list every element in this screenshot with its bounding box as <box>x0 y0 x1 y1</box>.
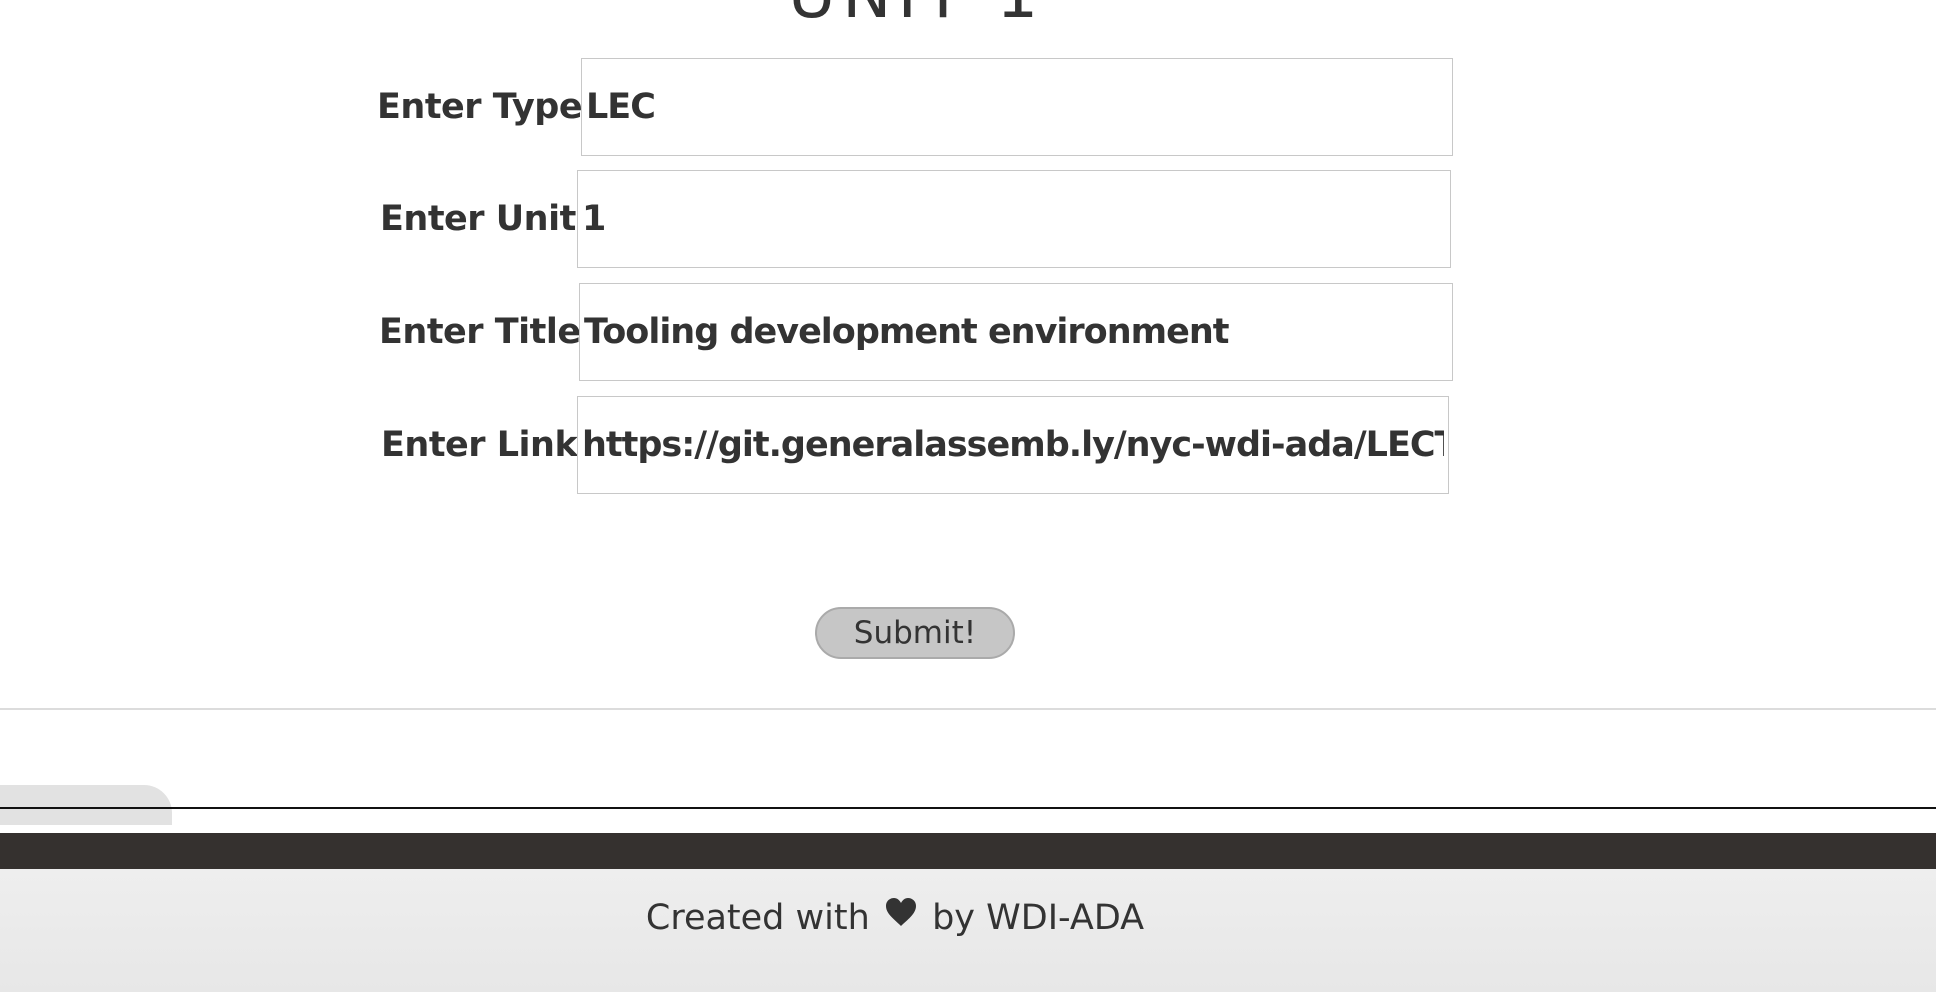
footer-credit: Created with by WDI-ADA <box>0 869 1790 967</box>
page: UNIT 1 Enter Type Enter Unit Enter Title… <box>0 0 1936 992</box>
heart-icon <box>885 867 917 965</box>
type-field[interactable] <box>581 58 1453 156</box>
horizontal-rule <box>0 807 1936 809</box>
tab-stub[interactable] <box>0 785 172 825</box>
submit-button[interactable]: Submit! <box>815 607 1015 659</box>
unit-label: Enter Unit <box>380 199 576 239</box>
footer-text-before: Created with <box>645 898 870 938</box>
link-row: Enter Link <box>0 396 1936 494</box>
section-divider <box>0 708 1936 710</box>
link-field[interactable] <box>577 396 1449 494</box>
title-field[interactable] <box>579 283 1453 381</box>
type-row: Enter Type <box>0 58 1936 156</box>
footer-top-band <box>0 833 1936 869</box>
link-label: Enter Link <box>381 425 578 465</box>
title-row: Enter Title <box>0 283 1936 381</box>
unit-row: Enter Unit <box>0 170 1936 268</box>
unit-field[interactable] <box>577 170 1451 268</box>
footer-text-after: by WDI-ADA <box>932 898 1145 938</box>
title-label: Enter Title <box>379 312 581 352</box>
footer: Created with by WDI-ADA <box>0 869 1936 992</box>
type-label: Enter Type <box>377 87 583 127</box>
page-title: UNIT 1 <box>0 0 1832 28</box>
